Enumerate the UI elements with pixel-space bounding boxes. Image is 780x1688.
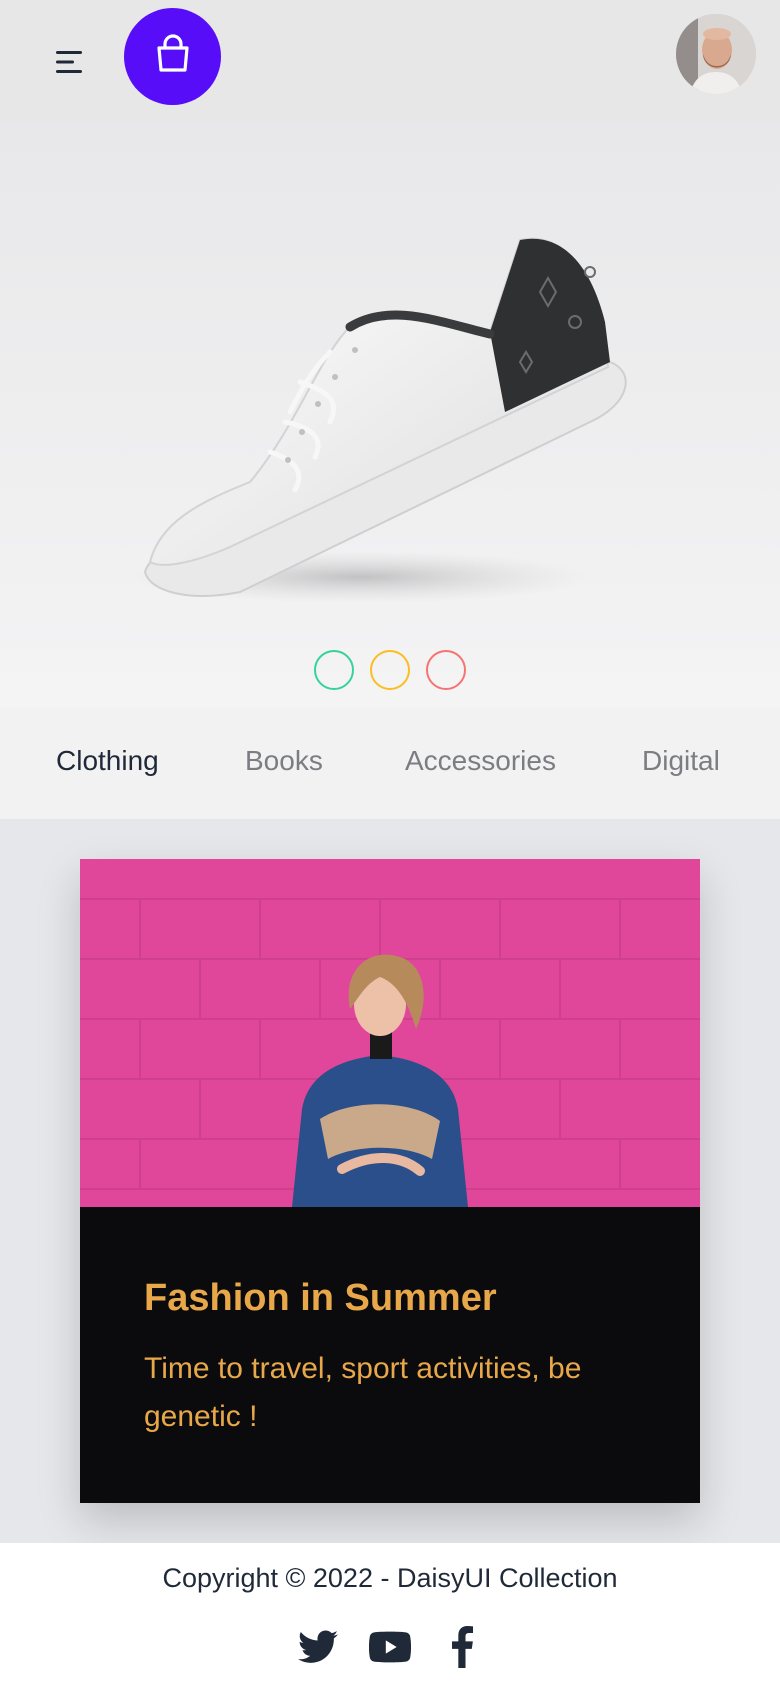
promo-card[interactable]: Fashion in Summer Time to travel, sport … [80,859,700,1503]
hero-carousel [0,122,780,707]
carousel-dot-2[interactable] [370,650,410,690]
navbar [0,0,780,122]
carousel-indicators [0,650,780,692]
woman-against-pink-wall-photo [80,859,700,1207]
user-avatar[interactable] [676,14,756,94]
category-tabs: Clothing Books Accessories Digital [0,707,780,819]
carousel-dot-3[interactable] [426,650,466,690]
hamburger-menu-icon[interactable] [40,36,100,88]
card-description: Time to travel, sport activities, be gen… [144,1352,582,1433]
facebook-icon[interactable] [440,1625,484,1669]
tab-accessories[interactable]: Accessories [405,745,556,777]
shopping-bag-button[interactable] [124,8,221,105]
tab-digital[interactable]: Digital [642,745,720,777]
shopping-bag-icon [153,34,193,79]
twitter-icon[interactable] [296,1625,340,1669]
youtube-icon[interactable] [368,1625,412,1669]
carousel-dot-1[interactable] [314,650,354,690]
tab-clothing[interactable]: Clothing [56,745,159,777]
copyright-text: Copyright © 2022 - DaisyUI Collection [162,1563,618,1593]
white-sneaker-product-photo [130,237,627,603]
tab-books[interactable]: Books [245,745,323,777]
card-title: Fashion in Summer [144,1277,497,1319]
footer: Copyright © 2022 - DaisyUI Collection [0,1543,780,1688]
